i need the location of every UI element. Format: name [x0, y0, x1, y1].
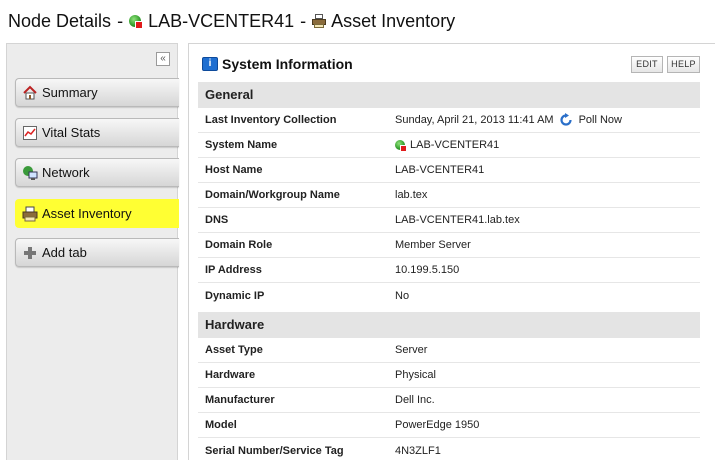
row-value: No: [395, 289, 410, 302]
panel-title-text: System Information: [222, 56, 353, 72]
row-value: Dell Inc.: [395, 394, 435, 406]
collapse-sidebar-button[interactable]: «: [156, 52, 170, 66]
row-label: Dynamic IP: [205, 289, 265, 302]
section-header-general: General: [198, 82, 700, 108]
table-row: Hardware Physical: [198, 363, 700, 388]
row-label: Host Name: [205, 164, 263, 176]
table-row: Manufacturer Dell Inc.: [198, 388, 700, 413]
tab-add-tab[interactable]: Add tab: [15, 238, 179, 267]
refresh-icon[interactable]: [559, 113, 573, 127]
system-name-value[interactable]: LAB-VCENTER41: [410, 139, 499, 151]
poll-now-link[interactable]: Poll Now: [579, 114, 622, 126]
table-row: System Name LAB-VCENTER41: [198, 133, 700, 158]
table-row: Host Name LAB-VCENTER41: [198, 158, 700, 183]
title-separator: -: [117, 10, 124, 31]
tab-vital-stats[interactable]: Vital Stats: [15, 118, 179, 147]
printer-icon: [22, 206, 38, 222]
table-row: IP Address 10.199.5.150: [198, 258, 700, 283]
panel-title: i System Information: [202, 56, 353, 72]
row-value: 10.199.5.150: [395, 264, 460, 276]
row-label: Hardware: [205, 369, 256, 381]
tab-label: Vital Stats: [42, 125, 101, 140]
row-value: LAB-VCENTER41: [395, 139, 499, 152]
title-separator: -: [300, 10, 307, 31]
house-icon: [22, 85, 38, 101]
system-information-panel: i System Information EDIT HELP General L…: [188, 43, 715, 460]
chart-icon: [22, 125, 38, 141]
table-row: Domain/Workgroup Name lab.tex: [198, 183, 700, 208]
row-value: Server: [395, 344, 428, 356]
page-title: Node Details - LAB-VCENTER41 - Asset Inv…: [0, 0, 715, 42]
table-row: Domain Role Member Server: [198, 233, 700, 258]
row-label: Manufacturer: [205, 394, 275, 406]
row-label: Serial Number/Service Tag: [205, 444, 344, 457]
tab-label: Network: [42, 165, 90, 180]
table-row: Last Inventory Collection Sunday, April …: [198, 108, 700, 133]
row-label: Domain Role: [205, 239, 273, 251]
row-label: DNS: [205, 214, 229, 226]
section-header-hardware: Hardware: [198, 312, 700, 338]
tab-network[interactable]: Network: [15, 158, 179, 187]
row-label: Model: [205, 419, 237, 431]
row-label: Domain/Workgroup Name: [205, 189, 340, 201]
network-icon: [22, 165, 38, 181]
table-row: DNS LAB-VCENTER41.lab.tex: [198, 208, 700, 233]
plus-icon: [22, 245, 38, 261]
tab-label: Asset Inventory: [42, 206, 132, 221]
row-label: IP Address: [205, 264, 262, 276]
node-status-icon: [129, 14, 144, 29]
printer-icon: [312, 14, 327, 28]
table-row: Asset Type Server: [198, 338, 700, 363]
help-button[interactable]: HELP: [667, 56, 700, 73]
page-title-prefix: Node Details: [8, 10, 112, 31]
row-label: System Name: [205, 139, 278, 151]
row-value: PowerEdge 1950: [395, 419, 480, 431]
table-row: Dynamic IP No: [198, 283, 700, 308]
row-value: LAB-VCENTER41.lab.tex: [395, 214, 520, 226]
node-status-icon: [395, 139, 407, 152]
tab-label: Add tab: [42, 245, 87, 260]
tab-summary[interactable]: Summary: [15, 78, 179, 107]
last-collection-date: Sunday, April 21, 2013 11:41 AM: [395, 114, 554, 126]
node-name[interactable]: LAB-VCENTER41: [148, 11, 294, 32]
row-label: Asset Type: [205, 344, 263, 356]
page-name: Asset Inventory: [331, 10, 456, 31]
info-icon: i: [202, 57, 218, 71]
tab-asset-inventory[interactable]: Asset Inventory: [15, 199, 179, 228]
row-value: LAB-VCENTER41: [395, 164, 485, 176]
row-value: 4N3ZLF1: [395, 444, 441, 457]
row-value: Member Server: [395, 239, 471, 251]
edit-button[interactable]: EDIT: [631, 56, 663, 73]
tab-label: Summary: [42, 85, 98, 100]
row-value: lab.tex: [395, 189, 428, 201]
table-row: Serial Number/Service Tag 4N3ZLF1: [198, 438, 700, 463]
sidebar: « Summary Vital Stats Network Asset Inve…: [6, 43, 179, 460]
row-label: Last Inventory Collection: [205, 114, 337, 126]
row-value: Sunday, April 21, 2013 11:41 AM Poll Now: [395, 113, 622, 127]
row-value: Physical: [395, 369, 436, 381]
table-row: Model PowerEdge 1950: [198, 413, 700, 438]
